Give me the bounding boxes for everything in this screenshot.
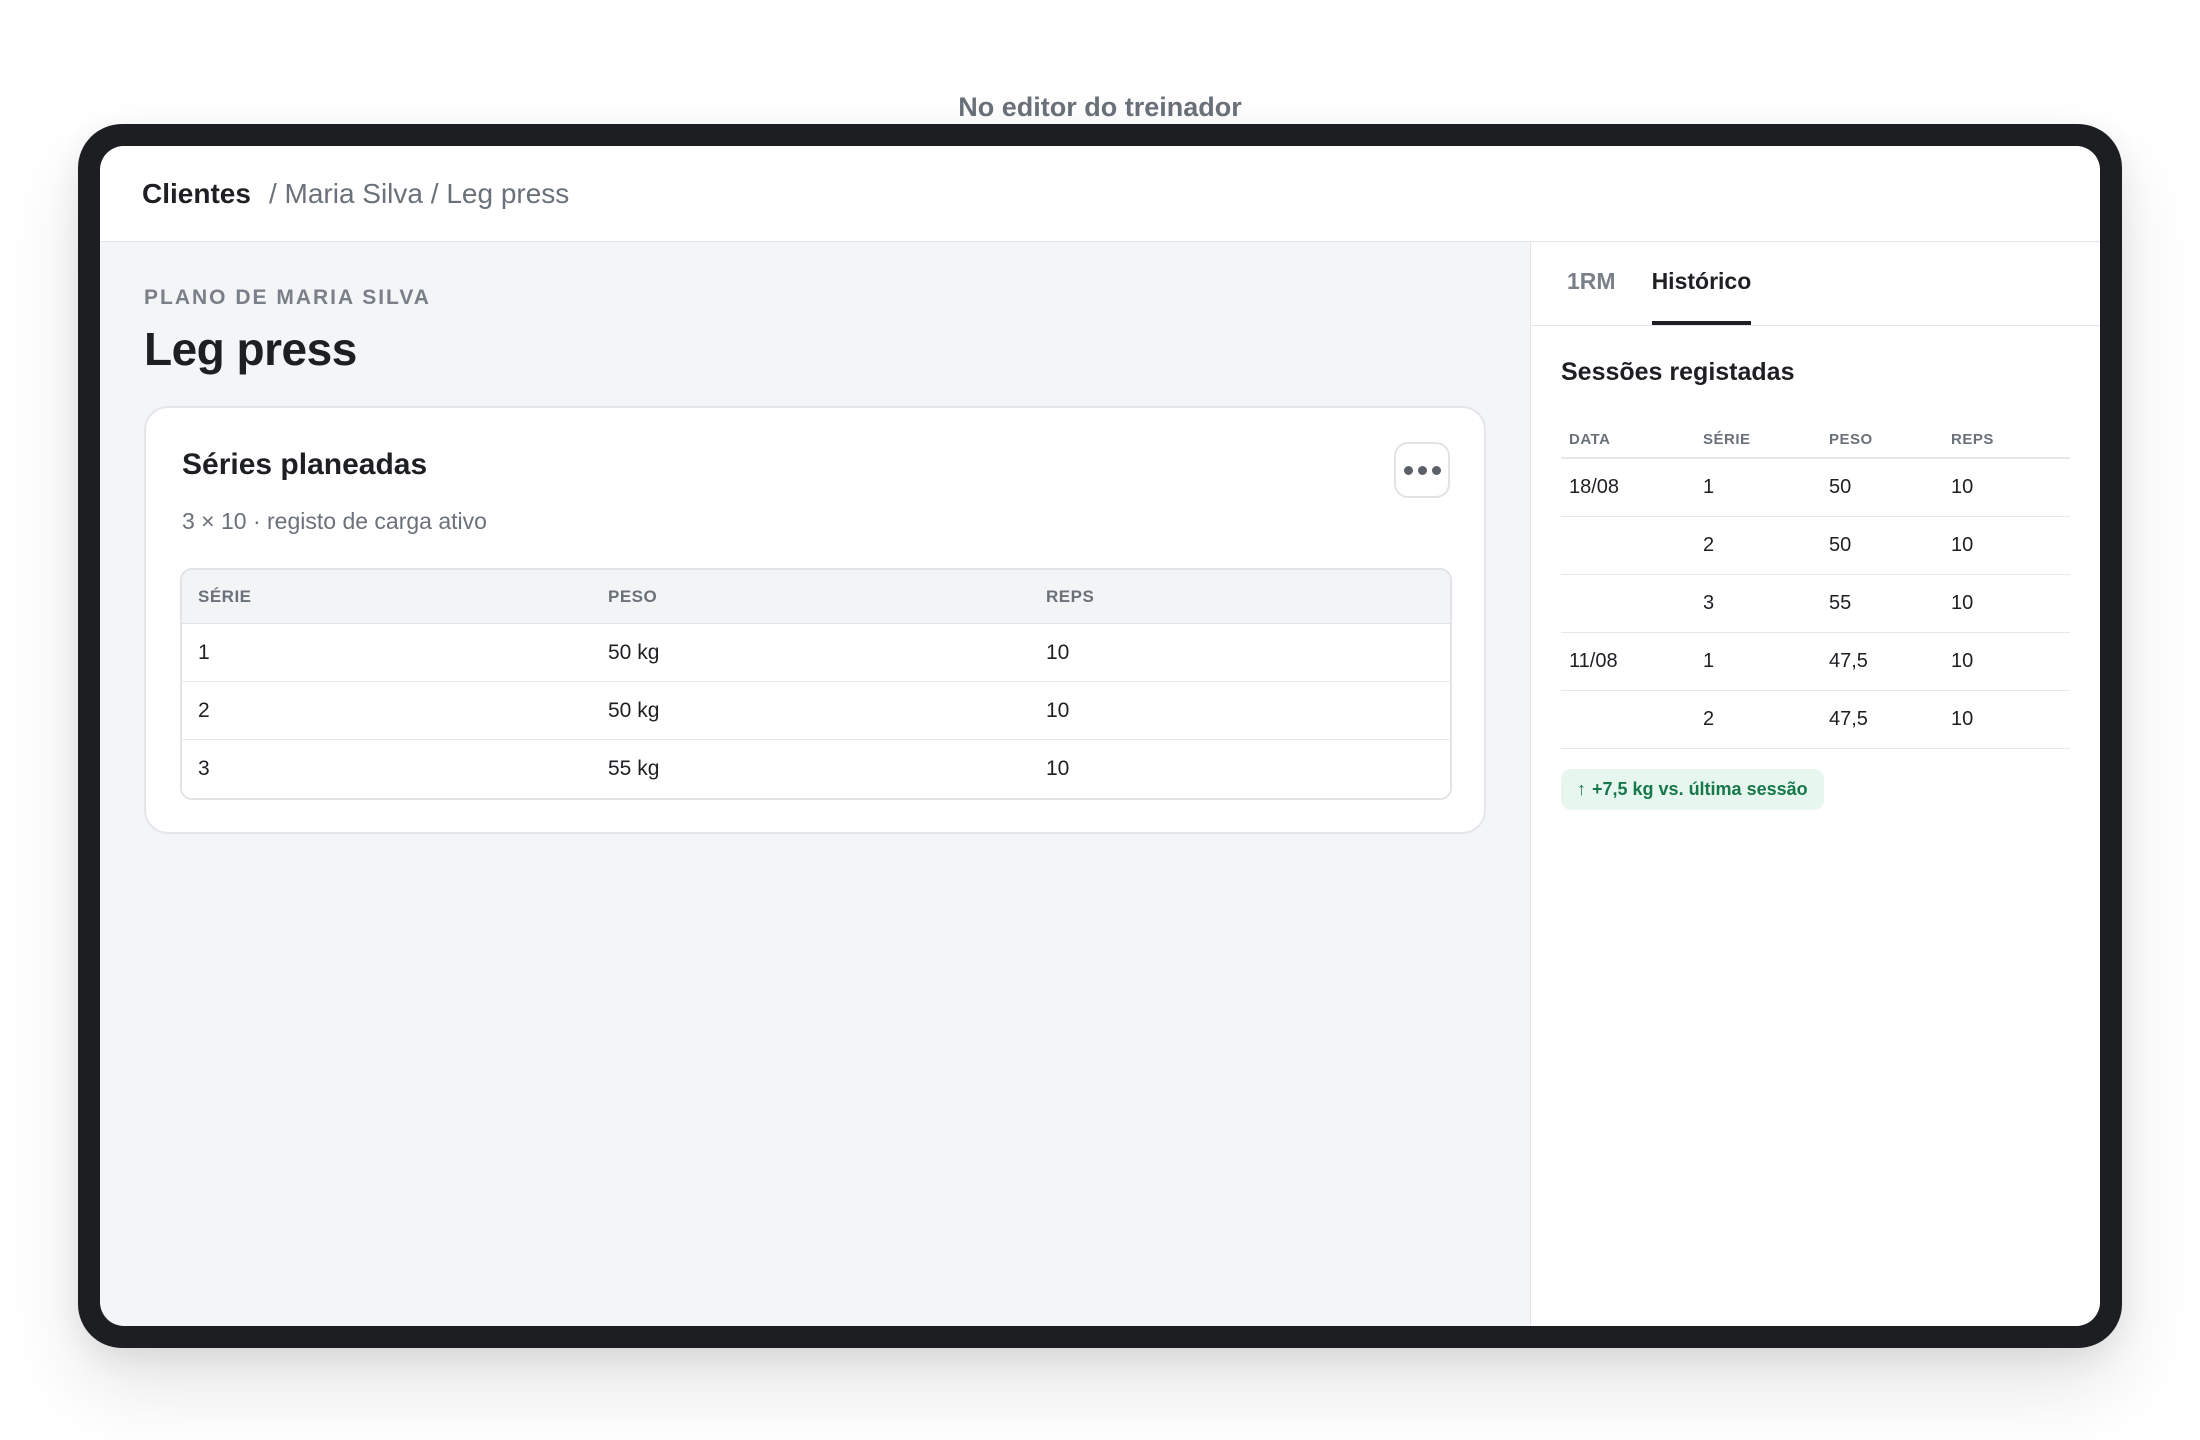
arrow-up-icon: ↑ xyxy=(1577,779,1586,799)
cell-reps: 10 xyxy=(1046,640,1070,664)
history-body: Sessões registadas DATA SÉRIE PESO REPS … xyxy=(1531,326,2100,810)
history-sidebar: 1RM Histórico Sessões registadas DATA SÉ… xyxy=(1530,242,2100,1326)
cell-serie: 1 xyxy=(198,640,210,664)
history-row: 2 47,5 10 xyxy=(1561,691,2070,749)
progress-badge-text: +7,5 kg vs. última sessão xyxy=(1592,779,1808,799)
page-caption: No editor do treinador xyxy=(958,92,1242,122)
cell-serie: 1 xyxy=(1703,476,1715,498)
tab-1rm[interactable]: 1RM xyxy=(1567,268,1616,325)
column-header-peso: PESO xyxy=(1829,430,1873,448)
cell-reps: 10 xyxy=(1046,698,1070,722)
more-horizontal-icon xyxy=(1417,465,1427,475)
card-subtitle: 3 × 10 · registo de carga ativo xyxy=(182,508,487,534)
cell-peso: 47,5 xyxy=(1829,708,1868,730)
breadcrumb-clientes-link[interactable]: Clientes xyxy=(142,178,251,210)
table-header: SÉRIE PESO REPS xyxy=(182,570,1450,624)
cell-reps: 10 xyxy=(1046,757,1070,780)
cell-data: 11/08 xyxy=(1569,650,1618,672)
cell-reps: 10 xyxy=(1951,476,1974,498)
card-title: Séries planeadas xyxy=(182,448,428,481)
table-row[interactable]: 2 50 kg 10 xyxy=(182,682,1450,740)
more-horizontal-icon xyxy=(1431,465,1441,475)
cell-serie: 2 xyxy=(1703,534,1715,556)
cell-data: 18/08 xyxy=(1569,476,1620,498)
planned-sets-table: SÉRIE PESO REPS 1 50 kg 10 2 50 kg 10 3 … xyxy=(180,568,1452,800)
table-row[interactable]: 1 50 kg 10 xyxy=(182,624,1450,682)
cell-serie: 2 xyxy=(198,698,210,722)
column-header-data: DATA xyxy=(1569,430,1611,448)
cell-reps: 10 xyxy=(1951,534,1974,556)
history-table-header: DATA SÉRIE PESO REPS xyxy=(1561,421,2070,459)
column-header-reps: REPS xyxy=(1951,430,1994,448)
plan-owner-label: PLANO DE MARIA SILVA xyxy=(144,286,431,309)
sessions-title: Sessões registadas xyxy=(1561,358,1795,386)
cell-reps: 10 xyxy=(1951,708,1974,730)
history-row: 2 50 10 xyxy=(1561,517,2070,575)
cell-serie: 1 xyxy=(1703,650,1715,672)
cell-serie: 3 xyxy=(1703,592,1715,614)
history-row: 18/08 1 50 10 xyxy=(1561,459,2070,517)
planned-sets-card: Séries planeadas 3 × 10 · registo de car… xyxy=(144,406,1486,834)
cell-peso: 50 xyxy=(1829,534,1852,556)
column-header-serie: SÉRIE xyxy=(1703,430,1751,448)
cell-peso: 50 kg xyxy=(608,640,660,664)
main-panel: PLANO DE MARIA SILVA Leg press Séries pl… xyxy=(100,242,1530,1326)
sidebar-tabs: 1RM Histórico xyxy=(1531,242,2100,326)
progress-badge: ↑ +7,5 kg vs. última sessão xyxy=(1561,769,1824,810)
tablet-frame: Clientes / Maria Silva / Leg press PLANO… xyxy=(78,124,2122,1348)
cell-reps: 10 xyxy=(1951,650,1974,672)
history-row: 11/08 1 47,5 10 xyxy=(1561,633,2070,691)
cell-reps: 10 xyxy=(1951,592,1974,614)
column-header-reps: REPS xyxy=(1046,586,1095,606)
cell-peso: 55 kg xyxy=(608,757,660,780)
app-screen: Clientes / Maria Silva / Leg press PLANO… xyxy=(100,146,2100,1326)
cell-serie: 3 xyxy=(198,757,210,780)
cell-peso: 50 xyxy=(1829,476,1852,498)
more-horizontal-icon xyxy=(1403,465,1413,475)
page-title: Leg press xyxy=(144,323,357,375)
table-row[interactable]: 3 55 kg 10 xyxy=(182,740,1450,798)
column-header-serie: SÉRIE xyxy=(198,586,252,606)
breadcrumb-path[interactable]: / Maria Silva / Leg press xyxy=(269,178,569,210)
cell-peso: 47,5 xyxy=(1829,650,1868,672)
cell-serie: 2 xyxy=(1703,708,1715,730)
column-header-peso: PESO xyxy=(608,586,658,606)
cell-peso: 50 kg xyxy=(608,698,660,722)
breadcrumb: Clientes / Maria Silva / Leg press xyxy=(100,146,2100,242)
cell-peso: 55 xyxy=(1829,592,1852,614)
tab-historico[interactable]: Histórico xyxy=(1651,268,1752,325)
history-row: 3 55 10 xyxy=(1561,575,2070,633)
more-options-button[interactable] xyxy=(1394,442,1450,498)
